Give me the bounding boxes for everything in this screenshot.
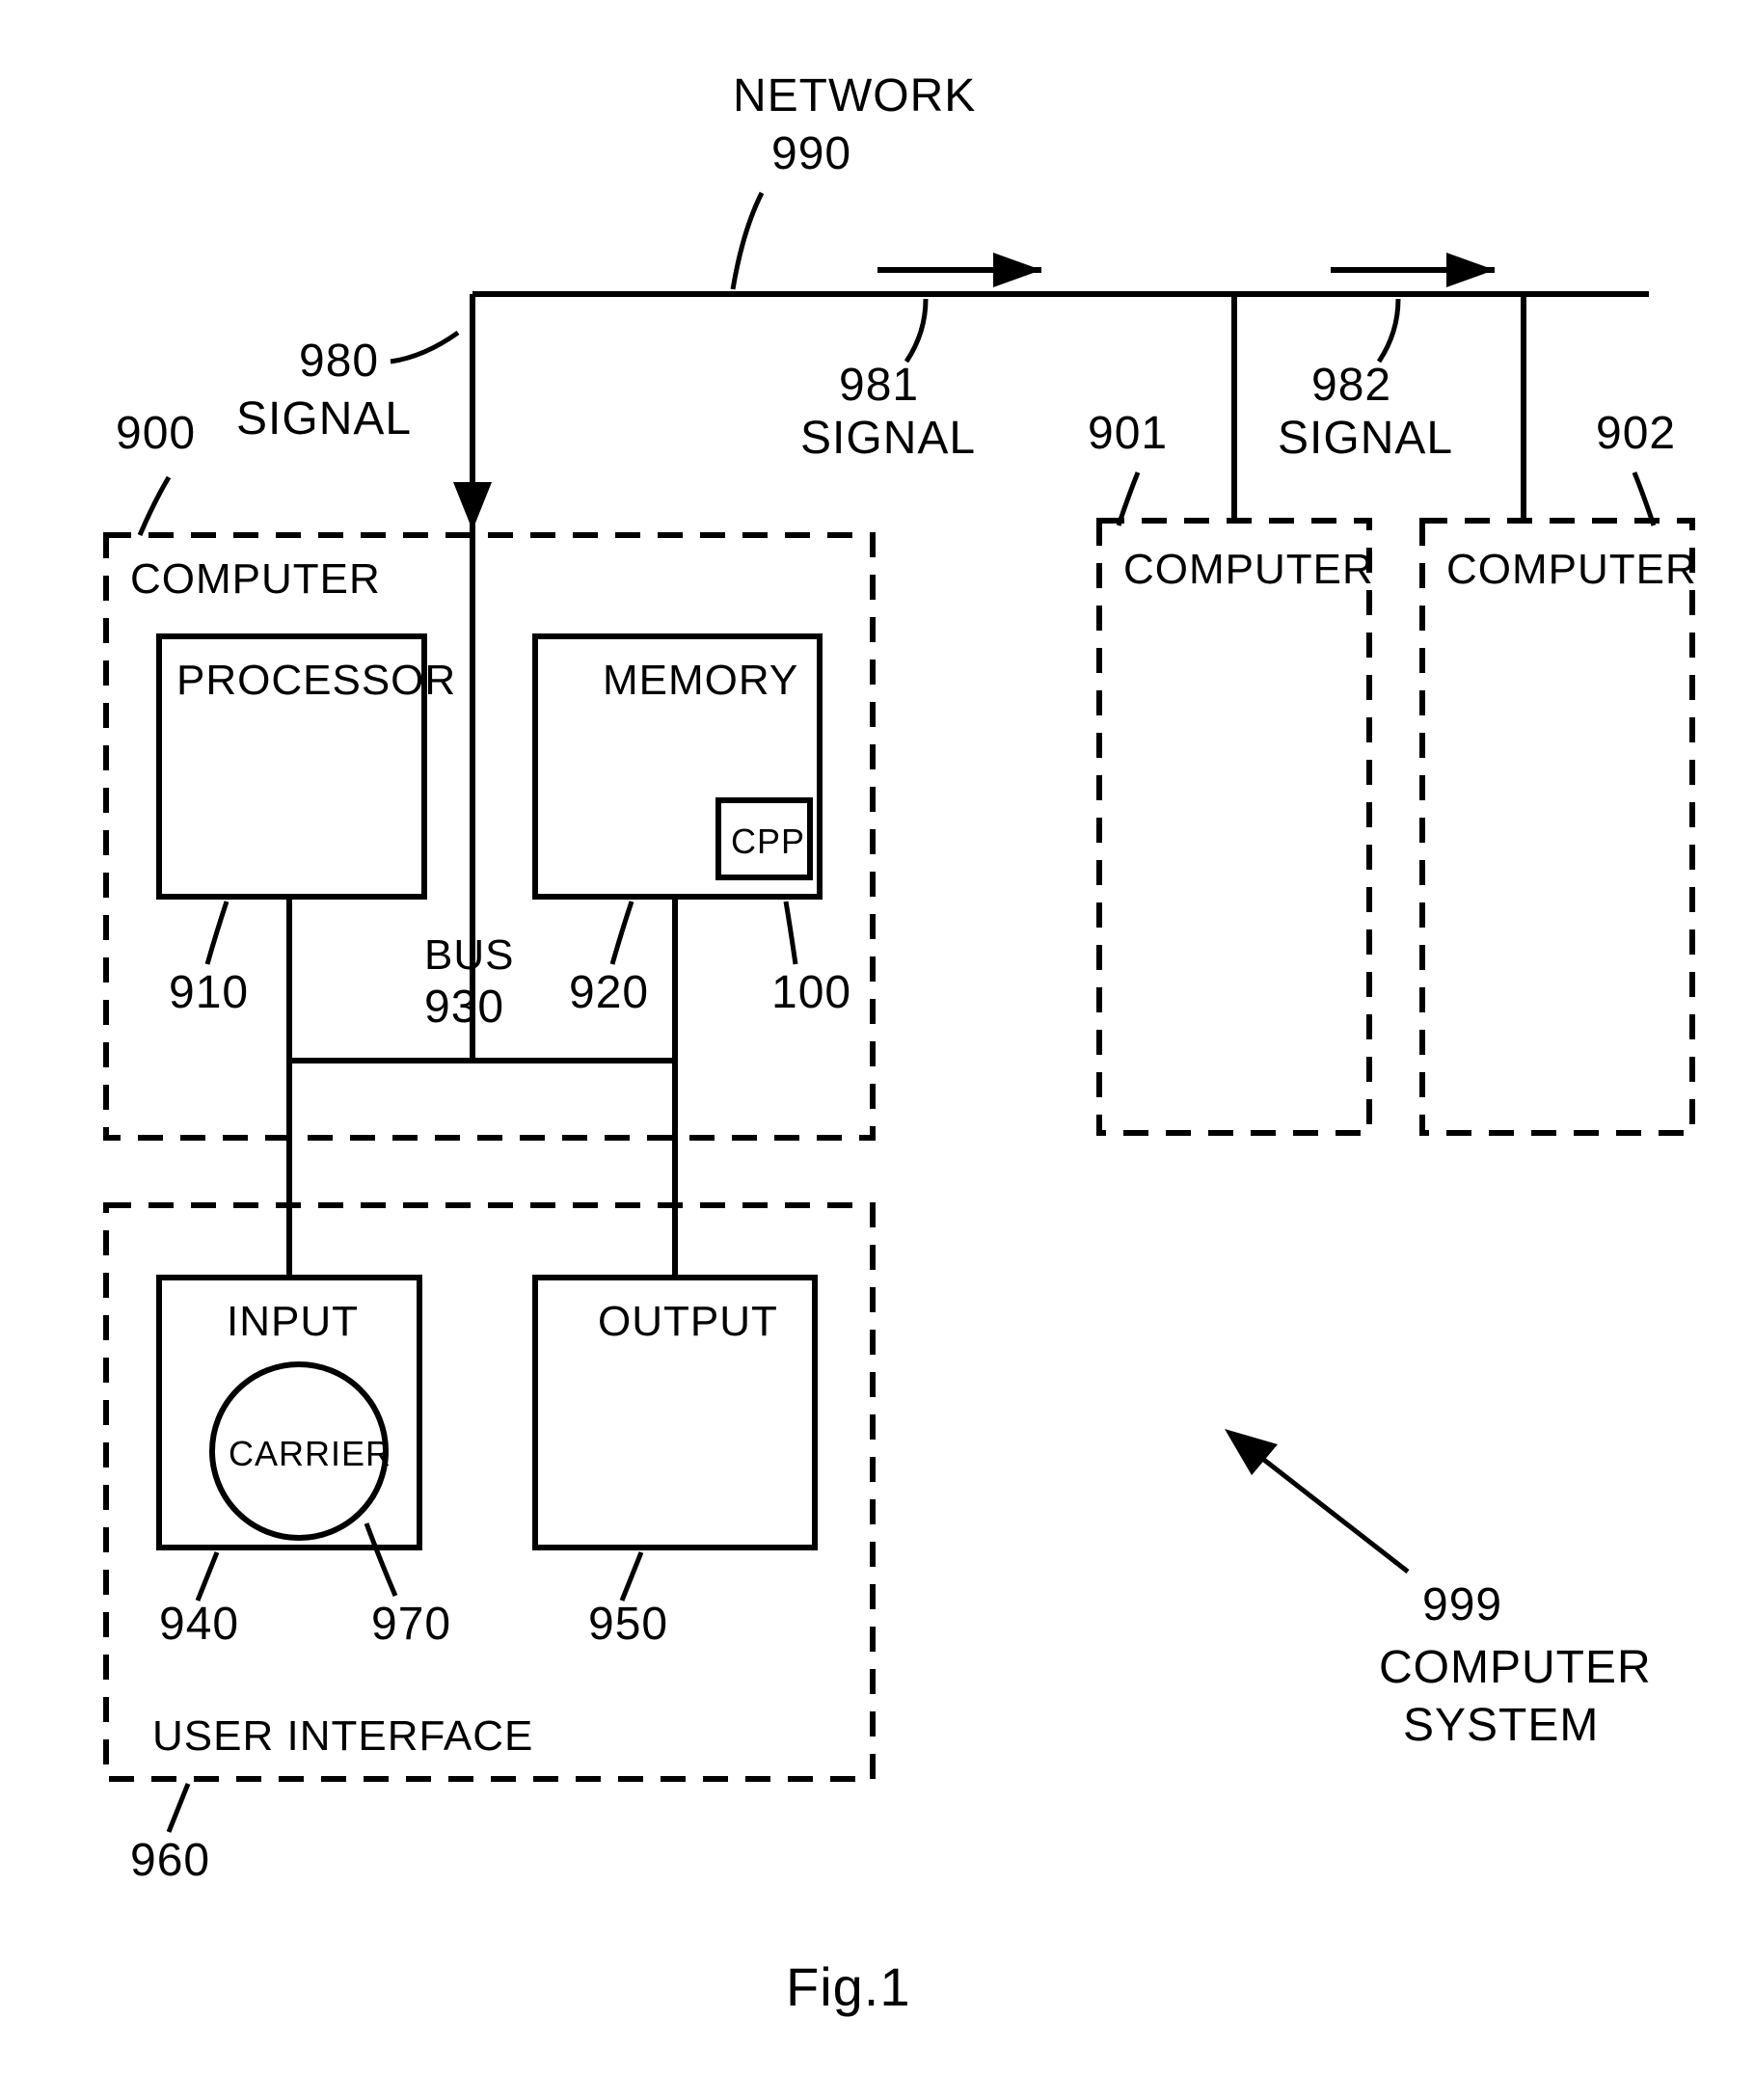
leader-line <box>207 902 227 964</box>
arrow-right-icon <box>1446 253 1495 287</box>
leader-line <box>622 1552 641 1601</box>
bus-ref: 930 <box>424 982 504 1033</box>
signal-981-label: SIGNAL <box>800 413 976 464</box>
signal-980-ref: 980 <box>299 336 379 387</box>
computer-900-label: COMPUTER <box>130 555 381 603</box>
computer-902-ref: 902 <box>1596 408 1676 459</box>
computer-900-ref: 900 <box>116 408 196 459</box>
bus-label: BUS <box>424 931 514 979</box>
leader-line <box>786 902 796 964</box>
leader-line <box>391 333 458 362</box>
user-interface-label: USER INTERFACE <box>152 1712 533 1760</box>
leader-line <box>198 1552 217 1601</box>
signal-982-label: SIGNAL <box>1278 413 1453 464</box>
processor-label: PROCESSOR <box>176 657 456 704</box>
arrow-upleft-icon <box>1225 1429 1278 1475</box>
signal-980-label: SIGNAL <box>236 393 412 444</box>
leader-line <box>140 477 169 535</box>
computer-902-label: COMPUTER <box>1446 546 1697 593</box>
processor-ref: 910 <box>169 967 249 1018</box>
network-ref: 990 <box>771 128 851 179</box>
input-ref: 940 <box>159 1599 239 1650</box>
arrow-right-icon <box>993 253 1041 287</box>
cpp-ref: 100 <box>771 967 851 1018</box>
network-label: NETWORK <box>733 70 976 121</box>
system-label-2: SYSTEM <box>1403 1700 1599 1751</box>
memory-ref: 920 <box>569 967 649 1018</box>
carrier-label: CARRIER <box>229 1434 391 1473</box>
output-label: OUTPUT <box>598 1298 778 1345</box>
user-interface-ref: 960 <box>130 1835 210 1886</box>
leader-line <box>733 193 762 289</box>
computer-901-label: COMPUTER <box>1123 546 1374 593</box>
carrier-ref: 970 <box>371 1599 451 1650</box>
system-ref: 999 <box>1422 1579 1502 1630</box>
cpp-label: CPP <box>731 821 805 861</box>
system-label-1: COMPUTER <box>1379 1642 1652 1693</box>
leader-line <box>1634 472 1654 525</box>
diagram-canvas: NETWORK 990 980 SIGNAL 981 SIGNAL 982 SI… <box>0 0 1754 2100</box>
arrow-down-icon <box>453 482 492 530</box>
figure-caption: Fig.1 <box>786 1956 911 2017</box>
leader-line <box>906 299 926 362</box>
leader-line <box>1119 472 1138 525</box>
leader-line <box>612 902 632 964</box>
leader-line <box>1379 299 1398 362</box>
leader-line <box>169 1784 188 1832</box>
signal-981-ref: 981 <box>839 360 919 411</box>
computer-902-box <box>1422 521 1692 1133</box>
leader-line <box>366 1523 395 1596</box>
memory-label: MEMORY <box>603 657 798 704</box>
computer-901-box <box>1099 521 1369 1133</box>
computer-901-ref: 901 <box>1088 408 1168 459</box>
output-ref: 950 <box>588 1599 668 1650</box>
input-label: INPUT <box>227 1298 359 1345</box>
signal-982-ref: 982 <box>1311 360 1391 411</box>
